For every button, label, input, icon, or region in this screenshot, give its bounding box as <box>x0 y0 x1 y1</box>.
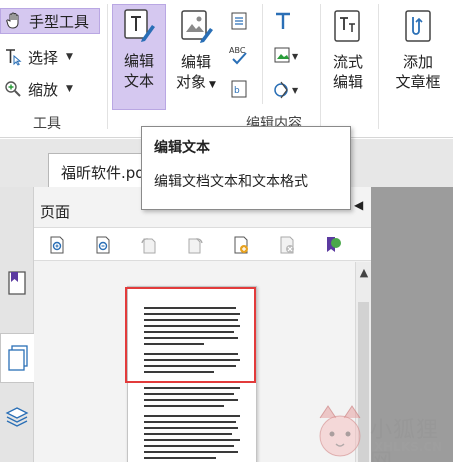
ribbon: 手型工具 选择 ▼ 缩放 ▼ 工具 编辑 文本 编辑 对象 ▼ ABC b ▼ … <box>0 0 453 138</box>
thumbnail-text-line <box>144 405 224 407</box>
divider <box>107 4 108 129</box>
spell-check-icon[interactable]: ABC <box>228 44 250 66</box>
divider <box>378 4 379 129</box>
thumbnail-text-line <box>144 421 236 423</box>
layers-panel-button[interactable] <box>2 397 32 437</box>
chevron-down-icon[interactable]: ▼ <box>66 84 73 94</box>
link-text-icon[interactable]: b <box>228 78 250 100</box>
hand-icon <box>1 12 27 30</box>
add-image-icon[interactable]: ▼ <box>272 44 302 66</box>
edit-text-icon <box>119 5 159 47</box>
article-box-icon <box>398 6 438 48</box>
hand-tool-button[interactable]: 手型工具 <box>0 8 100 34</box>
tooltip-title: 编辑文本 <box>154 140 210 156</box>
scroll-up-icon[interactable]: ▲ <box>356 266 372 279</box>
edit-text-button[interactable]: 编辑 文本 <box>112 4 166 110</box>
zoom-tool-button[interactable]: 缩放 ▼ <box>0 76 73 102</box>
zoom-tool-label: 缩放 <box>28 80 59 99</box>
edit-object-icon <box>176 6 216 48</box>
flow-edit-button[interactable]: 流式 编辑 <box>326 6 370 92</box>
thumbnail-text-line <box>144 445 234 447</box>
fox-logo-icon <box>319 405 361 457</box>
thumbnail-text-line <box>144 439 240 441</box>
hand-tool-label: 手型工具 <box>29 12 90 31</box>
select-tool-button[interactable]: 选择 ▼ <box>0 44 73 70</box>
watermark-url: XHLKS.CN <box>374 440 443 454</box>
edit-object-label-text: 对象 <box>176 73 207 91</box>
thumbnail-text-line <box>144 451 238 453</box>
bookmark-icon <box>8 271 26 295</box>
zoom-in-page-icon[interactable] <box>46 234 68 256</box>
add-shape-icon[interactable]: ▼ <box>272 78 302 100</box>
tooltip: 编辑文本 编辑文档文本和文本格式 <box>141 126 351 210</box>
watermark-text: 小狐狸网 <box>370 418 440 462</box>
pages-icon <box>7 345 28 371</box>
rotate-left-icon[interactable] <box>138 234 160 256</box>
thumbnail-text-line <box>144 415 240 417</box>
chevron-down-icon[interactable]: ▼ <box>66 52 73 62</box>
select-tool-label: 选择 <box>28 48 59 67</box>
select-text-icon <box>0 48 26 66</box>
rotate-right-icon[interactable] <box>184 234 206 256</box>
edit-text-label-2: 文本 <box>123 72 154 90</box>
thumbnail-text-line <box>144 393 234 395</box>
tooltip-description: 编辑文档文本和文本格式 <box>154 174 308 190</box>
panel-toolbar <box>34 227 371 261</box>
edit-text-label-1: 编辑 <box>123 52 154 70</box>
thumbnail-text-line <box>144 457 216 459</box>
thumbnail-area <box>34 262 354 462</box>
flow-edit-icon <box>328 6 368 48</box>
add-article-box-button[interactable]: 添加 文章框 <box>388 6 448 92</box>
thumbnail-text-line <box>144 387 240 389</box>
divider <box>320 4 321 129</box>
svg-text:▼: ▼ <box>292 86 299 95</box>
text-spacing-icon[interactable] <box>228 10 250 32</box>
navigation-sidebar <box>0 187 35 462</box>
layers-icon <box>5 407 29 427</box>
bookmark-panel-button[interactable] <box>2 263 32 303</box>
page-thumbnails-button[interactable] <box>0 333 35 383</box>
add-article-box-label-2: 文章框 <box>395 73 441 91</box>
insert-page-icon[interactable] <box>230 234 252 256</box>
delete-page-icon[interactable] <box>276 234 298 256</box>
svg-text:▼: ▼ <box>292 52 299 61</box>
svg-text:ABC: ABC <box>229 46 246 55</box>
edit-object-button[interactable]: 编辑 对象 ▼ <box>170 6 222 95</box>
thumbnail-text-line <box>144 399 238 401</box>
flow-edit-label-1: 流式 <box>332 53 363 71</box>
current-view-highlight[interactable] <box>125 287 256 383</box>
page-properties-icon[interactable] <box>322 234 344 256</box>
edit-object-label-2: 对象 ▼ <box>176 72 216 95</box>
divider <box>262 4 263 104</box>
add-article-box-label-1: 添加 <box>402 53 433 71</box>
collapse-panel-icon[interactable]: ◀ <box>354 198 363 212</box>
watermark: 小狐狸网 XHLKS.CN <box>312 402 453 462</box>
edit-object-label-1: 编辑 <box>180 53 211 71</box>
thumbnail-text-line <box>144 433 232 435</box>
add-text-icon[interactable] <box>272 10 294 32</box>
zoom-icon <box>0 80 26 98</box>
tools-group-label: 工具 <box>33 116 61 132</box>
panel-title: 页面 <box>40 203 71 221</box>
zoom-out-page-icon[interactable] <box>92 234 114 256</box>
svg-text:b: b <box>234 86 240 96</box>
thumbnail-text-line <box>144 427 238 429</box>
chevron-down-icon[interactable]: ▼ <box>209 80 216 90</box>
flow-edit-label-2: 编辑 <box>332 73 363 91</box>
